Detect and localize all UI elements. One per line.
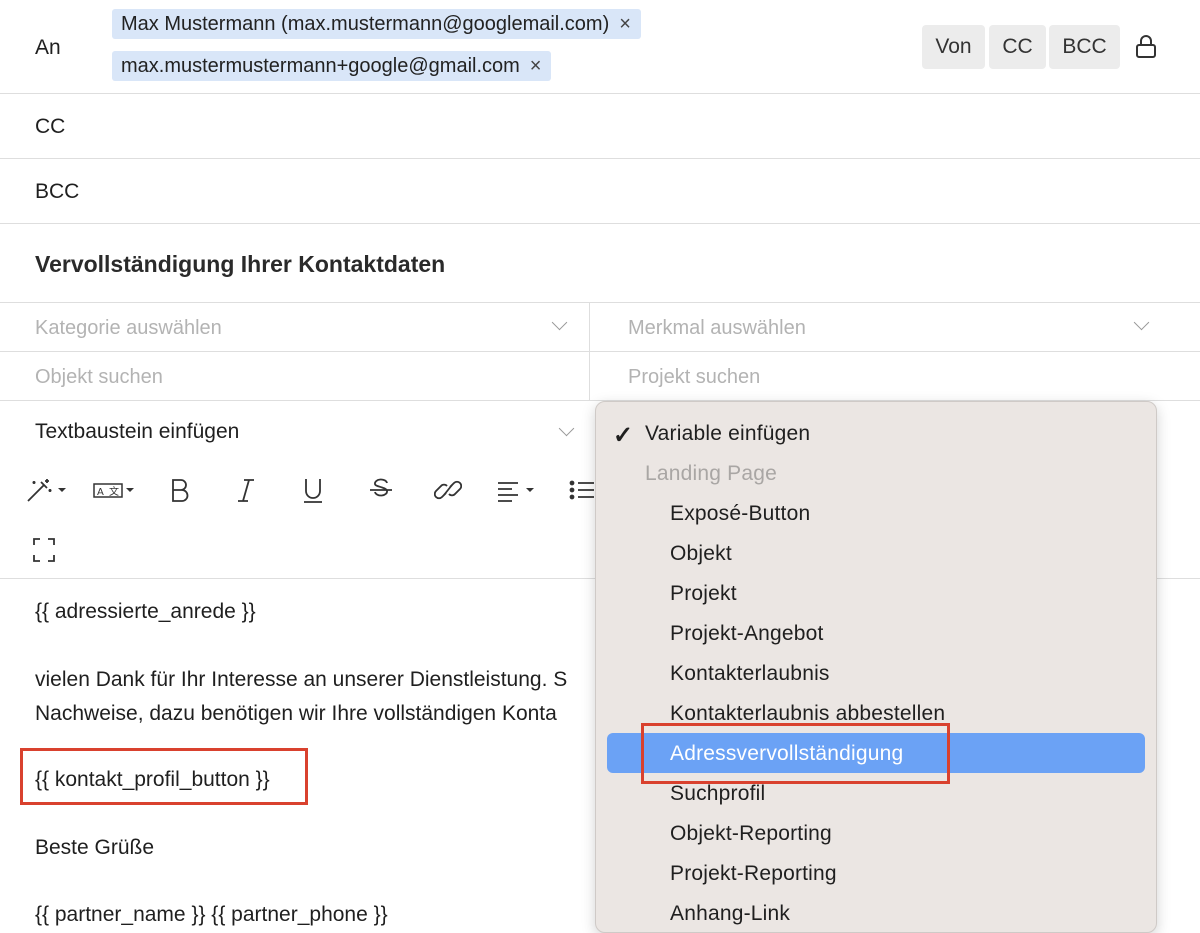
link-icon[interactable] xyxy=(434,474,462,506)
chevron-down-icon[interactable] xyxy=(558,420,575,437)
fullscreen-icon[interactable] xyxy=(32,534,56,566)
recipient-chip-text: max.mustermustermann+google@gmail.com xyxy=(121,55,520,77)
recipient-chip[interactable]: max.mustermustermann+google@gmail.com × xyxy=(112,51,552,81)
subject-row[interactable]: Vervollständigung Ihrer Kontaktdaten xyxy=(0,224,1200,303)
search-row: Objekt suchen Projekt suchen xyxy=(0,352,1200,401)
from-button[interactable]: Von xyxy=(922,25,985,69)
editor-line-closing: Beste Grüße xyxy=(35,836,155,859)
variable-menu-title[interactable]: Variable einfügen xyxy=(645,422,810,446)
bold-icon[interactable] xyxy=(168,474,192,506)
chevron-down-icon[interactable] xyxy=(1133,314,1150,331)
text-block-select[interactable]: Textbaustein einfügen xyxy=(35,420,239,444)
checkmark-icon: ✓ xyxy=(613,422,634,449)
to-row: An Max Mustermann (max.mustermann@google… xyxy=(0,0,1200,94)
strikethrough-icon[interactable] xyxy=(368,474,394,506)
variable-menu: ✓ Variable einfügen Landing Page Exposé-… xyxy=(595,401,1157,933)
highlight-box-variable xyxy=(20,748,308,805)
editor-line-salutation: {{ adressierte_anrede }} xyxy=(35,600,256,623)
translate-icon[interactable]: A 文 xyxy=(92,474,138,506)
variable-menu-group-label: Landing Page xyxy=(645,462,778,485)
underline-icon[interactable] xyxy=(301,474,325,506)
svg-text:A: A xyxy=(97,487,104,498)
subject-field[interactable]: Vervollständigung Ihrer Kontaktdaten xyxy=(35,251,445,278)
bcc-button[interactable]: BCC xyxy=(1049,25,1120,69)
recipient-chip[interactable]: Max Mustermann (max.mustermann@googlemai… xyxy=(112,9,641,39)
remove-recipient-icon[interactable]: × xyxy=(530,51,542,81)
recipient-chip-text: Max Mustermann (max.mustermann@googlemai… xyxy=(121,13,610,35)
to-label: An xyxy=(35,36,61,59)
cc-button[interactable]: CC xyxy=(989,25,1046,69)
lock-icon[interactable] xyxy=(1134,34,1158,66)
svg-text:文: 文 xyxy=(109,485,119,498)
category-row: Kategorie auswählen Merkmal auswählen xyxy=(0,303,1200,352)
variable-menu-item[interactable]: Objekt-Reporting xyxy=(670,822,832,846)
editor-line-paragraph: vielen Dank für Ihr Interesse an unserer… xyxy=(35,668,568,691)
variable-menu-item[interactable]: Projekt-Reporting xyxy=(670,862,837,886)
bcc-label: BCC xyxy=(35,180,80,203)
highlight-box-menu-item xyxy=(641,723,950,784)
variable-menu-item[interactable]: Exposé-Button xyxy=(670,502,810,526)
cc-row[interactable]: CC xyxy=(0,94,1200,159)
chevron-down-icon[interactable] xyxy=(551,314,568,331)
project-search-input[interactable]: Projekt suchen xyxy=(628,366,760,389)
magic-wand-icon[interactable] xyxy=(25,474,71,506)
variable-menu-item[interactable]: Anhang-Link xyxy=(670,902,790,926)
category-select[interactable]: Kategorie auswählen xyxy=(35,317,222,340)
variable-menu-item[interactable]: Suchprofil xyxy=(670,782,765,806)
bullet-list-icon[interactable] xyxy=(569,474,595,506)
variable-menu-item[interactable]: Objekt xyxy=(670,542,732,566)
editor-line-signature: {{ partner_name }} {{ partner_phone }} xyxy=(35,903,388,926)
variable-menu-item[interactable]: Kontakterlaubnis xyxy=(670,662,830,686)
align-icon[interactable] xyxy=(496,474,542,506)
cc-label: CC xyxy=(35,115,66,138)
variable-menu-item[interactable]: Projekt-Angebot xyxy=(670,622,824,646)
column-divider xyxy=(589,303,590,401)
feature-select[interactable]: Merkmal auswählen xyxy=(628,317,806,340)
object-search-input[interactable]: Objekt suchen xyxy=(35,366,163,389)
bcc-row[interactable]: BCC xyxy=(0,159,1200,224)
variable-menu-item[interactable]: Projekt xyxy=(670,582,737,606)
remove-recipient-icon[interactable]: × xyxy=(619,9,631,39)
editor-line-paragraph: Nachweise, dazu benötigen wir Ihre volls… xyxy=(35,702,557,725)
italic-icon[interactable] xyxy=(234,474,258,506)
